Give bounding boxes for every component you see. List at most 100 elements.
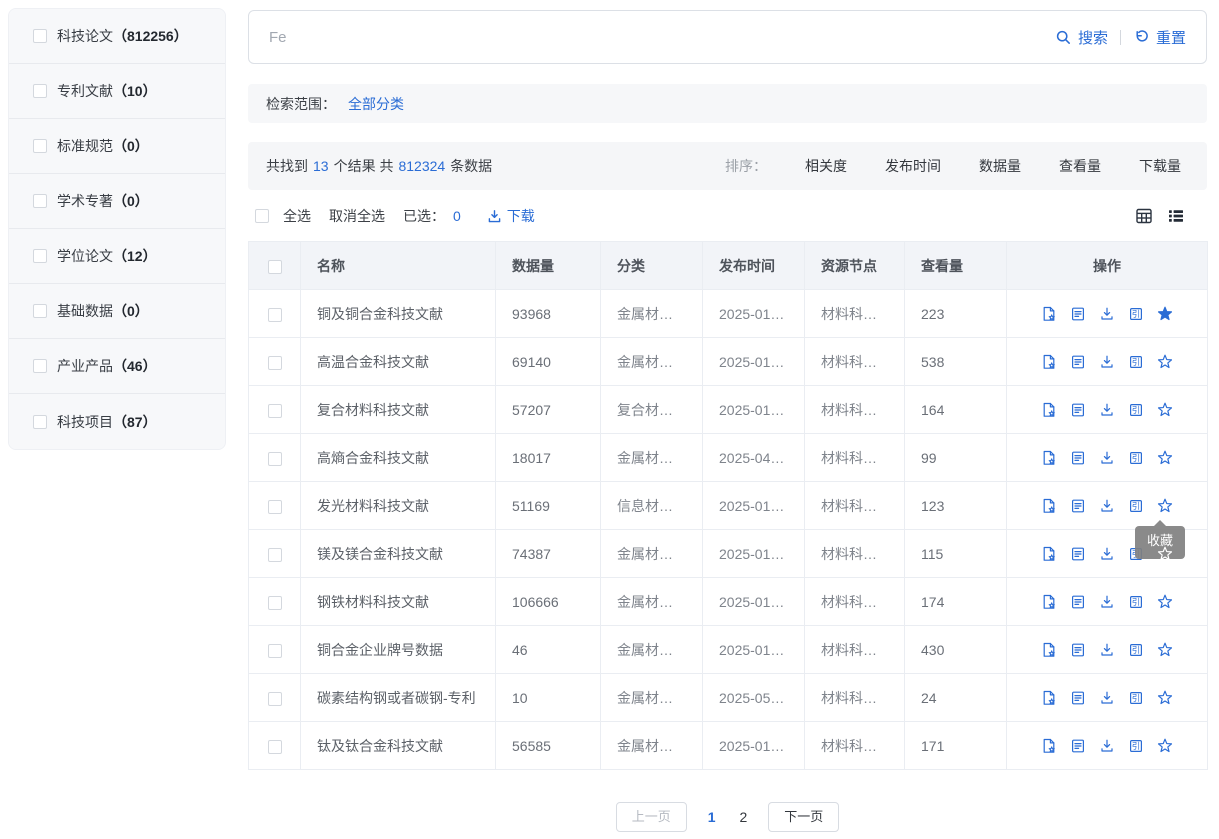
list-view-icon[interactable] bbox=[1167, 207, 1185, 225]
download-icon[interactable] bbox=[1099, 402, 1115, 418]
citation-icon[interactable]: 引 bbox=[1128, 354, 1144, 370]
citation-icon[interactable]: 引 bbox=[1128, 498, 1144, 514]
sort-option[interactable]: 发布时间 bbox=[885, 156, 941, 176]
download-icon[interactable] bbox=[1099, 594, 1115, 610]
row-checkbox[interactable] bbox=[268, 356, 282, 370]
category-checkbox[interactable] bbox=[33, 139, 47, 153]
category-checkbox[interactable] bbox=[33, 304, 47, 318]
download-icon[interactable] bbox=[1099, 546, 1115, 562]
prev-page-button[interactable]: 上一页 bbox=[616, 802, 687, 832]
citation-icon[interactable]: 引 bbox=[1128, 738, 1144, 754]
favorite-star-icon[interactable] bbox=[1157, 498, 1173, 514]
table-row[interactable]: 复合材料科技文献 57207 复合材… 2025-01… 材料科… 164 bbox=[249, 386, 1208, 434]
next-page-button[interactable]: 下一页 bbox=[768, 802, 839, 832]
category-checkbox[interactable] bbox=[33, 359, 47, 373]
citation-icon[interactable]: 引 bbox=[1128, 306, 1144, 322]
report-icon[interactable] bbox=[1041, 594, 1057, 610]
sidebar-category-item[interactable]: 基础数据（0） bbox=[9, 284, 225, 339]
report-icon[interactable] bbox=[1041, 402, 1057, 418]
page-number[interactable]: 1 bbox=[702, 809, 722, 825]
report-icon[interactable] bbox=[1041, 450, 1057, 466]
table-row[interactable]: 铜合金企业牌号数据 46 金属材… 2025-01… 材料科… 430 bbox=[249, 626, 1208, 674]
download-icon[interactable] bbox=[1099, 498, 1115, 514]
sort-option[interactable]: 下载量 bbox=[1139, 156, 1181, 176]
row-checkbox[interactable] bbox=[268, 692, 282, 706]
download-icon[interactable] bbox=[1099, 642, 1115, 658]
grid-view-icon[interactable] bbox=[1135, 207, 1153, 225]
table-row[interactable]: 铜及铜合金科技文献 93968 金属材… 2025-01… 材料科… 223 bbox=[249, 290, 1208, 338]
citation-icon[interactable]: 引 bbox=[1128, 642, 1144, 658]
download-icon[interactable] bbox=[1099, 738, 1115, 754]
row-checkbox[interactable] bbox=[268, 644, 282, 658]
sort-option[interactable]: 数据量 bbox=[979, 156, 1021, 176]
sidebar-category-item[interactable]: 标准规范（0） bbox=[9, 119, 225, 174]
detail-icon[interactable] bbox=[1070, 450, 1086, 466]
table-row[interactable]: 高熵合金科技文献 18017 金属材… 2025-04… 材料科… 99 bbox=[249, 434, 1208, 482]
sidebar-category-item[interactable]: 学术专著（0） bbox=[9, 174, 225, 229]
favorite-star-icon[interactable] bbox=[1157, 306, 1173, 322]
download-button[interactable]: 下载 bbox=[487, 206, 535, 226]
report-icon[interactable] bbox=[1041, 354, 1057, 370]
citation-icon[interactable]: 引 bbox=[1128, 690, 1144, 706]
detail-icon[interactable] bbox=[1070, 642, 1086, 658]
favorite-star-icon[interactable] bbox=[1157, 738, 1173, 754]
row-checkbox[interactable] bbox=[268, 404, 282, 418]
detail-icon[interactable] bbox=[1070, 594, 1086, 610]
favorite-star-icon[interactable] bbox=[1157, 354, 1173, 370]
favorite-star-icon[interactable] bbox=[1157, 450, 1173, 466]
report-icon[interactable] bbox=[1041, 546, 1057, 562]
category-checkbox[interactable] bbox=[33, 29, 47, 43]
reset-button[interactable]: 重置 bbox=[1133, 27, 1186, 48]
favorite-star-icon[interactable] bbox=[1157, 402, 1173, 418]
download-icon[interactable] bbox=[1099, 354, 1115, 370]
row-checkbox[interactable] bbox=[268, 452, 282, 466]
header-checkbox[interactable] bbox=[268, 260, 282, 274]
report-icon[interactable] bbox=[1041, 642, 1057, 658]
category-checkbox[interactable] bbox=[33, 194, 47, 208]
category-checkbox[interactable] bbox=[33, 249, 47, 263]
favorite-star-icon[interactable] bbox=[1157, 594, 1173, 610]
deselect-all-button[interactable]: 取消全选 bbox=[329, 206, 385, 226]
report-icon[interactable] bbox=[1041, 498, 1057, 514]
row-checkbox[interactable] bbox=[268, 308, 282, 322]
sidebar-category-item[interactable]: 学位论文（12） bbox=[9, 229, 225, 284]
row-checkbox[interactable] bbox=[268, 596, 282, 610]
table-row[interactable]: 钢铁材料科技文献 106666 金属材… 2025-01… 材料科… 174 bbox=[249, 578, 1208, 626]
category-checkbox[interactable] bbox=[33, 415, 47, 429]
report-icon[interactable] bbox=[1041, 306, 1057, 322]
category-checkbox[interactable] bbox=[33, 84, 47, 98]
detail-icon[interactable] bbox=[1070, 306, 1086, 322]
sidebar-category-item[interactable]: 专利文献（10） bbox=[9, 64, 225, 119]
detail-icon[interactable] bbox=[1070, 402, 1086, 418]
table-row[interactable]: 钛及钛合金科技文献 56585 金属材… 2025-01… 材料科… 171 bbox=[249, 722, 1208, 770]
detail-icon[interactable] bbox=[1070, 354, 1086, 370]
detail-icon[interactable] bbox=[1070, 690, 1086, 706]
favorite-star-icon[interactable] bbox=[1157, 546, 1173, 562]
table-row[interactable]: 发光材料科技文献 51169 信息材… 2025-01… 材料科… 123 bbox=[249, 482, 1208, 530]
scope-value-link[interactable]: 全部分类 bbox=[348, 94, 404, 114]
sort-option[interactable]: 查看量 bbox=[1059, 156, 1101, 176]
search-button[interactable]: 搜索 bbox=[1055, 27, 1108, 48]
detail-icon[interactable] bbox=[1070, 738, 1086, 754]
table-row[interactable]: 碳素结构钢或者碳钢-专利 10 金属材… 2025-05… 材料科… 24 bbox=[249, 674, 1208, 722]
citation-icon[interactable]: 引 bbox=[1128, 594, 1144, 610]
report-icon[interactable] bbox=[1041, 738, 1057, 754]
row-checkbox[interactable] bbox=[268, 548, 282, 562]
citation-icon[interactable]: 引 bbox=[1128, 402, 1144, 418]
select-all-checkbox[interactable] bbox=[255, 209, 269, 223]
page-number[interactable]: 2 bbox=[734, 809, 754, 825]
select-all-button[interactable]: 全选 bbox=[283, 206, 311, 226]
report-icon[interactable] bbox=[1041, 690, 1057, 706]
sort-option[interactable]: 相关度 bbox=[805, 156, 847, 176]
table-row[interactable]: 高温合金科技文献 69140 金属材… 2025-01… 材料科… 538 bbox=[249, 338, 1208, 386]
search-input[interactable]: Fe bbox=[269, 29, 287, 46]
sidebar-category-item[interactable]: 科技项目（87） bbox=[9, 394, 225, 449]
detail-icon[interactable] bbox=[1070, 546, 1086, 562]
row-checkbox[interactable] bbox=[268, 500, 282, 514]
sidebar-category-item[interactable]: 产业产品（46） bbox=[9, 339, 225, 394]
detail-icon[interactable] bbox=[1070, 498, 1086, 514]
favorite-star-icon[interactable] bbox=[1157, 642, 1173, 658]
row-checkbox[interactable] bbox=[268, 740, 282, 754]
table-row[interactable]: 镁及镁合金科技文献 74387 金属材… 2025-01… 材料科… 115 bbox=[249, 530, 1208, 578]
citation-icon[interactable]: 引 bbox=[1128, 450, 1144, 466]
